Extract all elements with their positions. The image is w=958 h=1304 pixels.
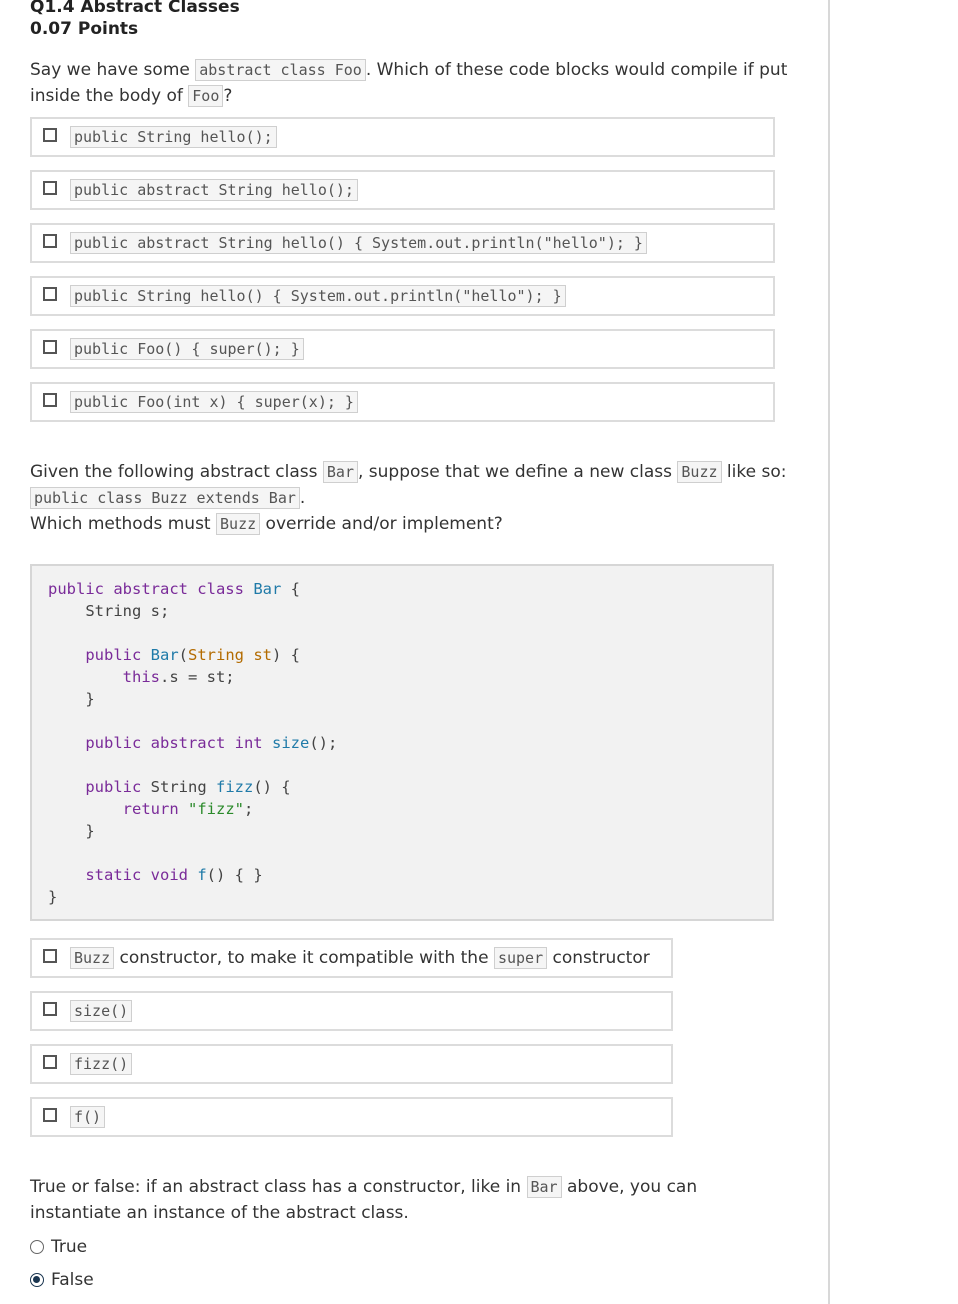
option-code: Buzz [70,947,115,969]
inline-code: Buzz [216,513,261,535]
inline-code: Buzz [677,461,722,483]
option-text: constructor, to make it compatible with … [114,948,494,968]
option-checkbox[interactable]: fizz() [30,1044,673,1084]
checkbox-box[interactable] [43,1055,57,1069]
question-points: 0.07 Points [30,19,139,39]
prompt-text: Say we have some [30,60,196,80]
checkbox-box[interactable] [43,340,57,354]
checkbox-box[interactable] [43,1002,57,1016]
code-listing: public abstract class Bar { String s; pu… [48,580,338,906]
option-code: public String hello(); [70,126,277,148]
prompt-text: ? [223,86,233,106]
part2-prompt: Given the following abstract class Bar, … [30,459,790,537]
prompt-text: like so: [721,462,787,482]
prompt-text: Given the following abstract class [30,462,323,482]
inline-code: Bar [526,1176,562,1198]
radio-label: True [51,1237,88,1257]
radio-option-false[interactable]: False [30,1267,94,1293]
code-block: public abstract class Bar { String s; pu… [30,564,774,921]
inline-code: Bar [322,461,358,483]
part1-prompt: Say we have some abstract class Foo. Whi… [30,57,790,109]
question-title: Q1.4 Abstract Classes [30,0,240,17]
option-code: size() [70,1000,133,1022]
option-code: f() [70,1106,106,1128]
checkbox-box[interactable] [43,181,57,195]
inline-code: Foo [188,85,224,107]
option-checkbox[interactable]: public abstract String hello() { System.… [30,223,775,263]
prompt-text: override and/or implement? [260,514,503,534]
option-text: constructor [547,948,650,968]
option-code: public String hello() { System.out.print… [70,285,566,307]
radio-button-selected[interactable] [30,1273,44,1287]
option-checkbox[interactable]: public String hello() { System.out.print… [30,276,775,316]
checkbox-box[interactable] [43,234,57,248]
option-code: super [493,947,548,969]
option-checkbox[interactable]: Buzz constructor, to make it compatible … [30,938,673,978]
part3-prompt: True or false: if an abstract class has … [30,1174,710,1226]
inline-code: abstract class Foo [195,59,366,81]
radio-button[interactable] [30,1240,44,1254]
question-header: Q1.4 Abstract Classes 0.07 Points [30,0,240,40]
checkbox-box[interactable] [43,1108,57,1122]
option-code: public Foo(int x) { super(x); } [70,391,358,413]
option-checkbox[interactable]: public Foo(int x) { super(x); } [30,382,775,422]
prompt-text: True or false: if an abstract class has … [30,1177,527,1197]
option-code: public abstract String hello(); [70,179,358,201]
inline-code: public class Buzz extends Bar [30,487,300,509]
prompt-text: , suppose that we define a new class [357,462,678,482]
radio-option-true[interactable]: True [30,1234,87,1260]
radio-label: False [51,1270,94,1290]
prompt-text: Which methods must [30,514,217,534]
option-code: public abstract String hello() { System.… [70,232,647,254]
option-checkbox[interactable]: f() [30,1097,673,1137]
question-panel: Q1.4 Abstract Classes 0.07 Points Say we… [0,0,830,1304]
option-code: public Foo() { super(); } [70,338,304,360]
checkbox-box[interactable] [43,949,57,963]
option-code: fizz() [70,1053,133,1075]
option-checkbox[interactable]: size() [30,991,673,1031]
checkbox-box[interactable] [43,287,57,301]
checkbox-box[interactable] [43,393,57,407]
prompt-text: . [299,488,306,508]
option-checkbox[interactable]: public abstract String hello(); [30,170,775,210]
checkbox-box[interactable] [43,128,57,142]
option-checkbox[interactable]: public Foo() { super(); } [30,329,775,369]
option-checkbox[interactable]: public String hello(); [30,117,775,157]
